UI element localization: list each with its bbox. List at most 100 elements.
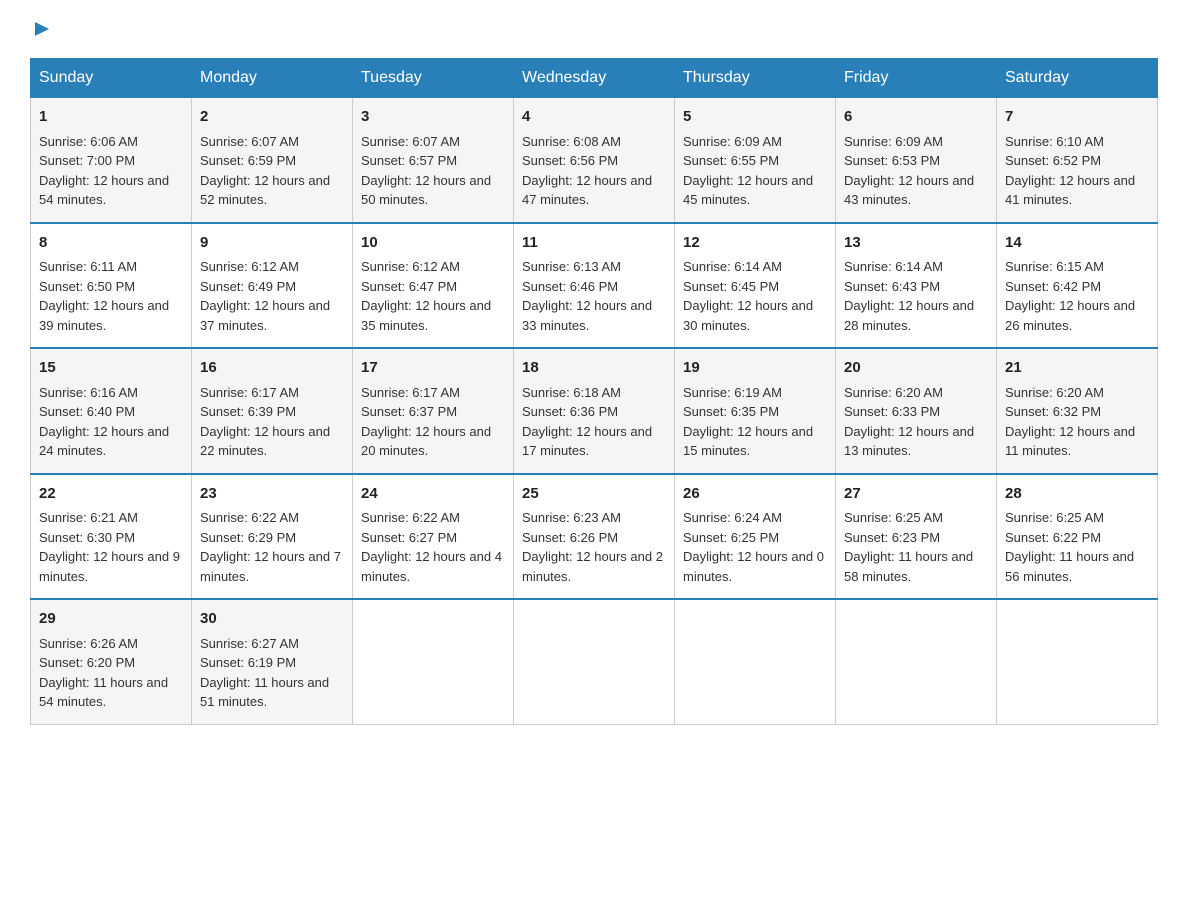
calendar-cell: 27 Sunrise: 6:25 AMSunset: 6:23 PMDayligh… — [836, 474, 997, 600]
day-number: 29 — [39, 608, 183, 631]
calendar-cell: 29 Sunrise: 6:26 AMSunset: 6:20 PMDayligh… — [31, 599, 192, 724]
day-info: Sunrise: 6:10 AMSunset: 6:52 PMDaylight:… — [1005, 134, 1135, 208]
day-number: 16 — [200, 357, 344, 380]
day-number: 14 — [1005, 232, 1149, 255]
day-info: Sunrise: 6:21 AMSunset: 6:30 PMDaylight:… — [39, 510, 180, 584]
calendar-cell: 4 Sunrise: 6:08 AMSunset: 6:56 PMDaylight… — [514, 98, 675, 223]
day-info: Sunrise: 6:12 AMSunset: 6:49 PMDaylight:… — [200, 259, 330, 333]
day-info: Sunrise: 6:20 AMSunset: 6:33 PMDaylight:… — [844, 385, 974, 459]
week-row-2: 8 Sunrise: 6:11 AMSunset: 6:50 PMDaylight… — [31, 223, 1158, 349]
calendar-cell: 7 Sunrise: 6:10 AMSunset: 6:52 PMDaylight… — [997, 98, 1158, 223]
calendar-cell: 28Sunrise: 6:25 AMSunset: 6:22 PMDayligh… — [997, 474, 1158, 600]
week-row-3: 15 Sunrise: 6:16 AMSunset: 6:40 PMDayligh… — [31, 348, 1158, 474]
day-number: 10 — [361, 232, 505, 255]
calendar-cell: 9Sunrise: 6:12 AMSunset: 6:49 PMDaylight… — [192, 223, 353, 349]
day-number: 19 — [683, 357, 827, 380]
header-day-monday: Monday — [192, 59, 353, 98]
header-day-saturday: Saturday — [997, 59, 1158, 98]
day-number: 7 — [1005, 106, 1149, 129]
calendar-cell: 5Sunrise: 6:09 AMSunset: 6:55 PMDaylight… — [675, 98, 836, 223]
day-number: 23 — [200, 483, 344, 506]
calendar-cell — [514, 599, 675, 724]
calendar-cell — [353, 599, 514, 724]
calendar-cell: 30 Sunrise: 6:27 AMSunset: 6:19 PMDayligh… — [192, 599, 353, 724]
header-day-sunday: Sunday — [31, 59, 192, 98]
day-info: Sunrise: 6:18 AMSunset: 6:36 PMDaylight:… — [522, 385, 652, 459]
calendar-cell: 17 Sunrise: 6:17 AMSunset: 6:37 PMDayligh… — [353, 348, 514, 474]
logo-arrow-icon — [31, 18, 53, 40]
calendar-cell: 6Sunrise: 6:09 AMSunset: 6:53 PMDaylight… — [836, 98, 997, 223]
day-number: 13 — [844, 232, 988, 255]
day-info: Sunrise: 6:17 AMSunset: 6:39 PMDaylight:… — [200, 385, 330, 459]
calendar-cell: 22 Sunrise: 6:21 AMSunset: 6:30 PMDayligh… — [31, 474, 192, 600]
calendar-cell: 24 Sunrise: 6:22 AMSunset: 6:27 PMDayligh… — [353, 474, 514, 600]
calendar-cell: 10 Sunrise: 6:12 AMSunset: 6:47 PMDayligh… — [353, 223, 514, 349]
calendar-table: SundayMondayTuesdayWednesdayThursdayFrid… — [30, 58, 1158, 725]
day-number: 12 — [683, 232, 827, 255]
day-number: 20 — [844, 357, 988, 380]
calendar-cell: 23 Sunrise: 6:22 AMSunset: 6:29 PMDayligh… — [192, 474, 353, 600]
day-number: 24 — [361, 483, 505, 506]
day-info: Sunrise: 6:22 AMSunset: 6:29 PMDaylight:… — [200, 510, 341, 584]
day-number: 4 — [522, 106, 666, 129]
calendar-cell: 1Sunrise: 6:06 AMSunset: 7:00 PMDaylight… — [31, 98, 192, 223]
calendar-cell: 8 Sunrise: 6:11 AMSunset: 6:50 PMDaylight… — [31, 223, 192, 349]
calendar-cell: 19Sunrise: 6:19 AMSunset: 6:35 PMDayligh… — [675, 348, 836, 474]
calendar-cell: 13 Sunrise: 6:14 AMSunset: 6:43 PMDayligh… — [836, 223, 997, 349]
day-info: Sunrise: 6:06 AMSunset: 7:00 PMDaylight:… — [39, 134, 169, 208]
day-info: Sunrise: 6:22 AMSunset: 6:27 PMDaylight:… — [361, 510, 502, 584]
calendar-cell — [836, 599, 997, 724]
day-info: Sunrise: 6:14 AMSunset: 6:45 PMDaylight:… — [683, 259, 813, 333]
week-row-5: 29 Sunrise: 6:26 AMSunset: 6:20 PMDayligh… — [31, 599, 1158, 724]
calendar-cell: 14Sunrise: 6:15 AMSunset: 6:42 PMDayligh… — [997, 223, 1158, 349]
calendar-cell: 2 Sunrise: 6:07 AMSunset: 6:59 PMDaylight… — [192, 98, 353, 223]
day-number: 22 — [39, 483, 183, 506]
day-info: Sunrise: 6:16 AMSunset: 6:40 PMDaylight:… — [39, 385, 169, 459]
day-info: Sunrise: 6:12 AMSunset: 6:47 PMDaylight:… — [361, 259, 491, 333]
day-info: Sunrise: 6:25 AMSunset: 6:22 PMDaylight:… — [1005, 510, 1134, 584]
day-info: Sunrise: 6:07 AMSunset: 6:59 PMDaylight:… — [200, 134, 330, 208]
day-number: 2 — [200, 106, 344, 129]
week-row-4: 22 Sunrise: 6:21 AMSunset: 6:30 PMDayligh… — [31, 474, 1158, 600]
header-row: SundayMondayTuesdayWednesdayThursdayFrid… — [31, 59, 1158, 98]
calendar-cell — [997, 599, 1158, 724]
header-day-tuesday: Tuesday — [353, 59, 514, 98]
day-number: 18 — [522, 357, 666, 380]
day-info: Sunrise: 6:26 AMSunset: 6:20 PMDaylight:… — [39, 636, 168, 710]
day-info: Sunrise: 6:13 AMSunset: 6:46 PMDaylight:… — [522, 259, 652, 333]
day-info: Sunrise: 6:17 AMSunset: 6:37 PMDaylight:… — [361, 385, 491, 459]
calendar-cell: 26 Sunrise: 6:24 AMSunset: 6:25 PMDayligh… — [675, 474, 836, 600]
logo — [30, 20, 58, 40]
week-row-1: 1Sunrise: 6:06 AMSunset: 7:00 PMDaylight… — [31, 98, 1158, 223]
day-number: 3 — [361, 106, 505, 129]
day-info: Sunrise: 6:11 AMSunset: 6:50 PMDaylight:… — [39, 259, 169, 333]
calendar-cell: 3Sunrise: 6:07 AMSunset: 6:57 PMDaylight… — [353, 98, 514, 223]
day-number: 30 — [200, 608, 344, 631]
day-number: 17 — [361, 357, 505, 380]
day-info: Sunrise: 6:09 AMSunset: 6:55 PMDaylight:… — [683, 134, 813, 208]
calendar-cell — [675, 599, 836, 724]
day-info: Sunrise: 6:27 AMSunset: 6:19 PMDaylight:… — [200, 636, 329, 710]
day-info: Sunrise: 6:24 AMSunset: 6:25 PMDaylight:… — [683, 510, 824, 584]
page-header — [30, 20, 1158, 40]
day-number: 27 — [844, 483, 988, 506]
day-info: Sunrise: 6:14 AMSunset: 6:43 PMDaylight:… — [844, 259, 974, 333]
day-info: Sunrise: 6:25 AMSunset: 6:23 PMDaylight:… — [844, 510, 973, 584]
day-number: 15 — [39, 357, 183, 380]
calendar-cell: 18 Sunrise: 6:18 AMSunset: 6:36 PMDayligh… — [514, 348, 675, 474]
header-day-thursday: Thursday — [675, 59, 836, 98]
calendar-cell: 25Sunrise: 6:23 AMSunset: 6:26 PMDayligh… — [514, 474, 675, 600]
day-number: 8 — [39, 232, 183, 255]
day-number: 21 — [1005, 357, 1149, 380]
day-info: Sunrise: 6:23 AMSunset: 6:26 PMDaylight:… — [522, 510, 663, 584]
day-info: Sunrise: 6:08 AMSunset: 6:56 PMDaylight:… — [522, 134, 652, 208]
calendar-cell: 21Sunrise: 6:20 AMSunset: 6:32 PMDayligh… — [997, 348, 1158, 474]
calendar-cell: 12 Sunrise: 6:14 AMSunset: 6:45 PMDayligh… — [675, 223, 836, 349]
day-number: 6 — [844, 106, 988, 129]
day-number: 26 — [683, 483, 827, 506]
header-day-friday: Friday — [836, 59, 997, 98]
calendar-cell: 20 Sunrise: 6:20 AMSunset: 6:33 PMDayligh… — [836, 348, 997, 474]
day-number: 11 — [522, 232, 666, 255]
calendar-cell: 15 Sunrise: 6:16 AMSunset: 6:40 PMDayligh… — [31, 348, 192, 474]
calendar-cell: 11 Sunrise: 6:13 AMSunset: 6:46 PMDayligh… — [514, 223, 675, 349]
